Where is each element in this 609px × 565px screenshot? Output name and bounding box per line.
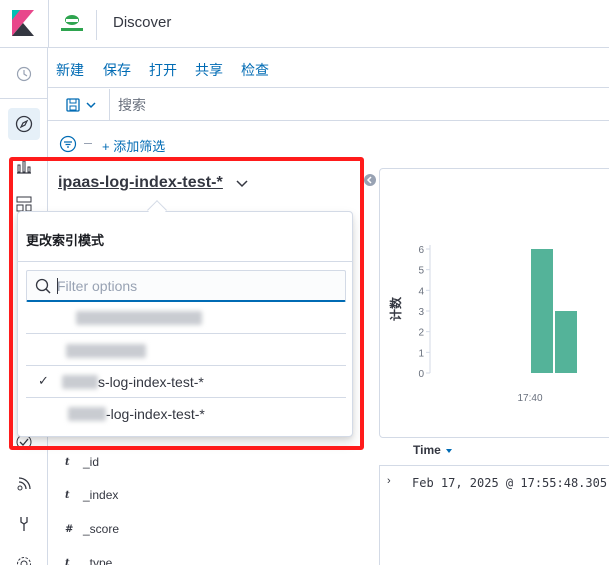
filter-options-field[interactable]: [26, 270, 346, 302]
redacted-label-prefix: [68, 407, 106, 421]
y-tick-label: 2: [418, 328, 424, 339]
y-axis-label: 计数: [388, 296, 403, 321]
index-pattern-option-selected[interactable]: ✓ s-log-index-test-*: [26, 366, 346, 398]
visualize-bar-chart-icon[interactable]: [8, 150, 40, 182]
y-tick-label: 3: [418, 307, 424, 318]
top-menu: 新建 保存 打开 共享 检查: [48, 48, 609, 88]
y-tick-label: 6: [418, 245, 424, 256]
histogram-panel: 计数 0 1 2 3 4 5 6 17:40: [379, 168, 609, 438]
row-timestamp: Feb 17, 2025 @ 17:55:48.305: [412, 476, 608, 490]
field-type-icon: t: [65, 489, 70, 501]
index-pattern-option[interactable]: [26, 302, 346, 334]
table-row[interactable]: › Feb 17, 2025 @ 17:55:48.305: [379, 468, 609, 498]
header-divider: [96, 10, 97, 40]
redacted-label: [76, 311, 202, 325]
apm-signal-icon[interactable]: [8, 468, 40, 500]
space-logo-icon[interactable]: [58, 10, 86, 36]
save-link[interactable]: 保存: [103, 60, 131, 80]
y-axis-ticks: 0 1 2 3 4 5 6: [418, 245, 424, 380]
field-item[interactable]: t _index: [65, 485, 118, 505]
header-divider: [48, 0, 49, 48]
index-pattern-option[interactable]: [26, 334, 346, 366]
expand-row-chevron-icon[interactable]: ›: [387, 475, 391, 487]
option-label: -log-index-test-*: [106, 406, 205, 422]
field-item[interactable]: # _score: [65, 519, 119, 539]
collapse-sidebar-icon[interactable]: [363, 173, 377, 187]
filter-menu-icon[interactable]: [59, 135, 77, 153]
redacted-label: [66, 344, 146, 358]
y-tick-label: 1: [418, 348, 424, 359]
x-axis-tick-label: 17:40: [517, 393, 542, 404]
chart-bars: [531, 249, 577, 373]
kibana-logo-icon[interactable]: [12, 10, 34, 36]
search-input[interactable]: [118, 89, 598, 121]
field-name: _index: [83, 488, 119, 502]
option-label: s-log-index-test-*: [98, 374, 204, 390]
popover-divider: [18, 261, 352, 262]
histogram-chart[interactable]: 计数 0 1 2 3 4 5 6 17:40: [380, 169, 609, 439]
y-tick-label: 5: [418, 266, 424, 277]
search-icon: [35, 278, 51, 294]
sort-desc-icon[interactable]: [446, 449, 452, 453]
histogram-bar[interactable]: [555, 311, 577, 373]
field-item[interactable]: t _id: [65, 452, 99, 472]
dev-tools-wrench-icon[interactable]: [8, 508, 40, 540]
discover-compass-icon[interactable]: [8, 108, 40, 140]
field-name: _score: [83, 522, 120, 536]
share-link[interactable]: 共享: [195, 60, 223, 80]
filter-bar: + 添加筛选: [48, 130, 348, 158]
rail-divider: [0, 98, 48, 99]
index-pattern-title[interactable]: ipaas-log-index-test-*: [58, 174, 223, 192]
time-column-header[interactable]: Time: [413, 443, 441, 457]
field-type-icon: t: [65, 557, 70, 565]
inspect-link[interactable]: 检查: [241, 60, 269, 80]
redacted-label-prefix: [62, 375, 98, 389]
doc-table-header: Time: [379, 436, 609, 466]
filter-separator: [84, 143, 92, 144]
index-pattern-option[interactable]: -log-index-test-*: [26, 398, 346, 430]
field-type-icon: t: [65, 456, 70, 468]
chevron-down-icon: [86, 102, 96, 109]
app-header: Discover: [0, 0, 609, 48]
query-bar-divider: [109, 89, 110, 121]
saved-query-button[interactable]: [58, 93, 106, 117]
text-caret: [57, 278, 58, 294]
new-link[interactable]: 新建: [56, 60, 84, 80]
add-filter-button[interactable]: + 添加筛选: [102, 136, 165, 155]
open-link[interactable]: 打开: [149, 60, 177, 80]
popover-title: 更改索引模式: [26, 233, 105, 248]
y-tick-label: 0: [418, 369, 424, 380]
y-tick-label: 4: [418, 286, 424, 297]
field-name: _type: [83, 556, 113, 565]
save-disk-icon: [66, 98, 80, 112]
filter-options-input[interactable]: [57, 276, 337, 296]
query-bar: [48, 89, 609, 121]
field-item[interactable]: t _type: [65, 553, 112, 565]
check-icon: ✓: [38, 373, 49, 388]
field-name: _id: [83, 455, 100, 469]
chart-gridlines: [426, 245, 431, 374]
change-index-pattern-popover: 更改索引模式 ✓ s-log-index-test-* -log-index-t…: [17, 211, 353, 437]
settings-gear-icon[interactable]: [8, 548, 40, 565]
page-title: Discover: [113, 14, 172, 31]
field-type-icon: #: [65, 523, 74, 535]
histogram-bar[interactable]: [531, 249, 553, 373]
recently-viewed-clock-icon[interactable]: [8, 58, 40, 90]
chevron-down-icon[interactable]: [235, 176, 249, 190]
